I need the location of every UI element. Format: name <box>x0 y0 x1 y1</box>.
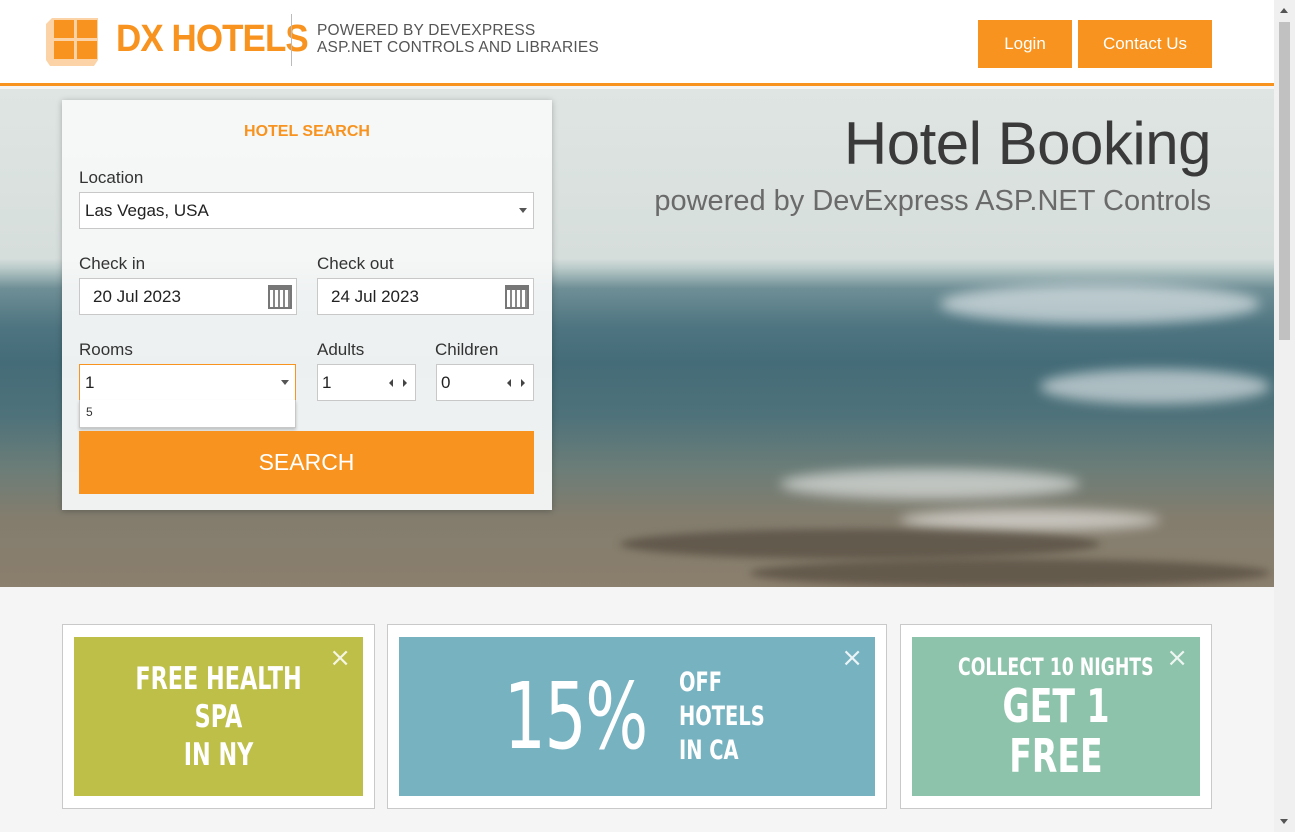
rooms-dropdown-item[interactable]: 5 <box>86 405 295 419</box>
promo-line: GET 1 FREE <box>1002 678 1110 783</box>
hotel-search-panel: HOTEL SEARCH Location Las Vegas, USA Che… <box>62 100 552 510</box>
hero-title: Hotel Booking <box>843 110 1212 177</box>
calendar-icon[interactable] <box>268 284 292 309</box>
spin-left-icon[interactable] <box>507 378 511 387</box>
promo-banner[interactable]: COLLECT 10 NIGHTS GET 1 FREE × <box>912 637 1200 796</box>
promo-card-discount[interactable]: 15% OFF HOTELS IN CA × <box>387 624 887 809</box>
promo-text: OFF HOTELS IN CA <box>679 666 765 768</box>
contact-us-button[interactable]: Contact Us <box>1078 20 1212 68</box>
hotel-search-title: HOTEL SEARCH <box>244 123 370 140</box>
promo-card-collect-nights[interactable]: COLLECT 10 NIGHTS GET 1 FREE × <box>900 624 1212 809</box>
adults-spinner[interactable]: 1 <box>317 364 416 401</box>
promo-line: IN CA <box>678 734 739 766</box>
close-icon[interactable]: × <box>1166 645 1188 671</box>
checkout-date-field[interactable]: 24 Jul 2023 <box>317 278 534 315</box>
vertical-scrollbar[interactable] <box>1274 0 1295 832</box>
children-spinner[interactable]: 0 <box>436 364 534 401</box>
promo-line: IN NY <box>183 736 254 773</box>
rooms-dropdown-list: 5 <box>79 400 296 428</box>
spin-right-icon[interactable] <box>521 378 525 387</box>
promo-banner[interactable]: FREE HEALTH SPA IN NY × <box>74 637 363 796</box>
hero-subtitle: powered by DevExpress ASP.NET Controls <box>654 185 1211 217</box>
promo-line: FREE HEALTH SPA <box>135 660 302 735</box>
rooms-label: Rooms <box>79 340 133 359</box>
close-icon[interactable]: × <box>329 645 351 671</box>
rooms-value: 1 <box>85 372 95 392</box>
promo-line: HOTELS <box>678 700 765 732</box>
checkin-value: 20 Jul 2023 <box>93 286 181 306</box>
tagline: POWERED BY DEVEXPRESS ASP.NET CONTROLS A… <box>317 22 599 56</box>
scrollbar-thumb[interactable] <box>1279 22 1290 340</box>
promo-line: COLLECT 10 NIGHTS <box>958 652 1154 681</box>
login-button[interactable]: Login <box>978 20 1072 68</box>
adults-value: 1 <box>322 372 332 392</box>
adults-label: Adults <box>317 340 365 359</box>
checkin-label: Check in <box>79 254 146 273</box>
children-value: 0 <box>441 372 451 392</box>
scroll-down-icon[interactable] <box>1280 819 1288 824</box>
hero-wave-foam <box>900 509 1160 531</box>
chevron-down-icon[interactable] <box>281 380 289 385</box>
location-label: Location <box>79 168 144 187</box>
hero-wave-foam <box>780 469 1080 499</box>
spin-left-icon[interactable] <box>389 378 393 387</box>
checkout-value: 24 Jul 2023 <box>331 286 419 306</box>
promo-text: FREE HEALTH SPA IN NY <box>114 660 322 774</box>
hero-rocks <box>620 529 1100 559</box>
tagline-line-1: POWERED BY DEVEXPRESS <box>317 22 536 39</box>
promo-big-number: 15% <box>504 663 648 770</box>
spinner-buttons <box>389 378 407 387</box>
hero-wave-foam <box>1040 369 1270 404</box>
hero-wave-foam <box>940 284 1260 324</box>
checkout-label: Check out <box>317 254 394 273</box>
calendar-icon[interactable] <box>505 284 529 309</box>
rooms-combo[interactable]: 1 <box>79 364 296 401</box>
promo-banner[interactable]: 15% OFF HOTELS IN CA × <box>399 637 875 796</box>
header: DX HOTELS POWERED BY DEVEXPRESS ASP.NET … <box>0 0 1274 86</box>
children-label: Children <box>435 340 499 359</box>
tagline-line-2: ASP.NET CONTROLS AND LIBRARIES <box>317 39 599 56</box>
brand-name: DX HOTELS <box>116 18 309 60</box>
checkin-date-field[interactable]: 20 Jul 2023 <box>79 278 297 315</box>
brand-divider <box>291 14 292 66</box>
close-icon[interactable]: × <box>841 645 863 671</box>
search-button[interactable]: SEARCH <box>79 431 534 494</box>
chevron-down-icon[interactable] <box>519 208 527 213</box>
spinner-buttons <box>507 378 525 387</box>
scroll-up-icon[interactable] <box>1280 8 1288 13</box>
promo-card-health-spa[interactable]: FREE HEALTH SPA IN NY × <box>62 624 375 809</box>
promo-line: OFF <box>678 666 722 698</box>
hero-rocks <box>750 559 1270 587</box>
dx-hotels-logo-icon <box>46 18 98 66</box>
location-combo[interactable]: Las Vegas, USA <box>79 192 534 229</box>
spin-right-icon[interactable] <box>403 378 407 387</box>
location-value: Las Vegas, USA <box>85 200 209 220</box>
